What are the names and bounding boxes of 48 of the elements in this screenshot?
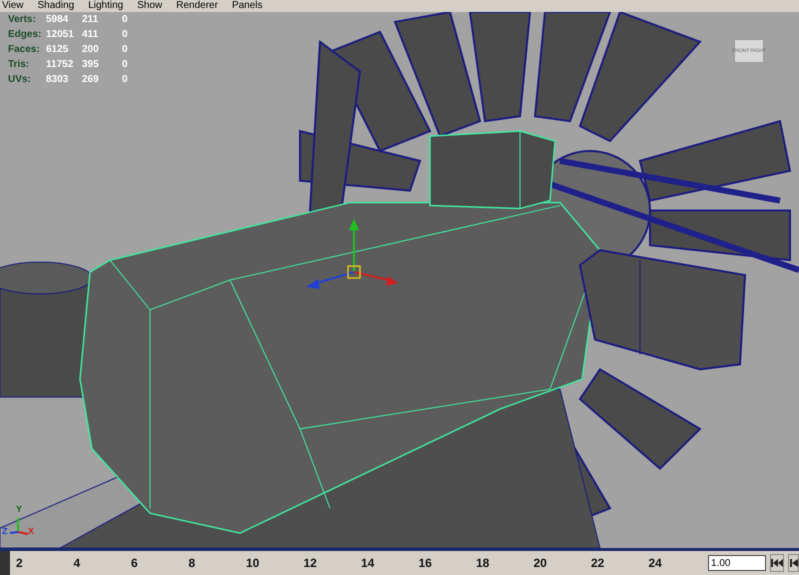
- stat-label: Tris:: [8, 59, 30, 70]
- frame-number: 12: [304, 556, 318, 570]
- stat-value: 6125: [46, 44, 70, 55]
- stat-value: 395: [82, 59, 100, 70]
- stat-label: Verts:: [8, 14, 37, 25]
- stat-value: 0: [122, 74, 129, 85]
- stat-value: 11752: [46, 59, 74, 70]
- step-back-button[interactable]: [788, 554, 799, 572]
- stat-value: 0: [122, 29, 129, 40]
- stat-value: 12051: [46, 29, 75, 40]
- menu-item[interactable]: Shading: [38, 0, 74, 12]
- menu-item[interactable]: Show: [137, 0, 162, 12]
- frame-number: 24: [648, 556, 663, 570]
- start-time-field[interactable]: 1.00: [708, 555, 766, 571]
- stat-label: Edges:: [8, 29, 42, 40]
- move-manipulator-icon[interactable]: [306, 218, 398, 289]
- menu-item[interactable]: Renderer: [176, 0, 218, 12]
- skip-back-icon: [771, 558, 783, 568]
- stat-value: 5984: [46, 14, 70, 25]
- frame-number: 10: [246, 556, 260, 570]
- axis-label: Y: [16, 504, 22, 514]
- stat-value: 211: [82, 14, 100, 25]
- frame-number: 20: [534, 556, 548, 570]
- frame-number: 2: [16, 556, 24, 570]
- menu-item[interactable]: Lighting: [88, 0, 124, 12]
- stat-value: 0: [122, 44, 129, 55]
- go-to-start-button[interactable]: [770, 554, 784, 572]
- frame-number: 16: [418, 556, 433, 570]
- stat-value: 269: [82, 74, 100, 85]
- stat-value: 0: [122, 59, 129, 70]
- stat-value: 0: [122, 14, 129, 25]
- menu-item[interactable]: View: [2, 0, 24, 12]
- axis-label: Z: [2, 526, 8, 536]
- frame-number: 22: [591, 556, 606, 570]
- step-back-icon: [790, 558, 798, 568]
- stat-label: UVs:: [8, 74, 32, 85]
- stat-label: Faces:: [8, 44, 41, 55]
- menu-item[interactable]: Panels: [232, 0, 263, 12]
- frame-number: 18: [476, 556, 490, 570]
- stat-value: 200: [82, 44, 100, 55]
- frame-number: 4: [74, 556, 82, 570]
- frame-number: 14: [361, 556, 376, 570]
- frame-number: 8: [188, 556, 196, 570]
- stat-value: 411: [82, 29, 100, 40]
- axis-label: X: [28, 526, 34, 536]
- stat-value: 8303: [46, 74, 70, 85]
- frame-number: 6: [131, 556, 139, 570]
- time-slider[interactable]: 2 4 6 8 10 12 14 16 18 20 22 24 1.00: [0, 551, 799, 575]
